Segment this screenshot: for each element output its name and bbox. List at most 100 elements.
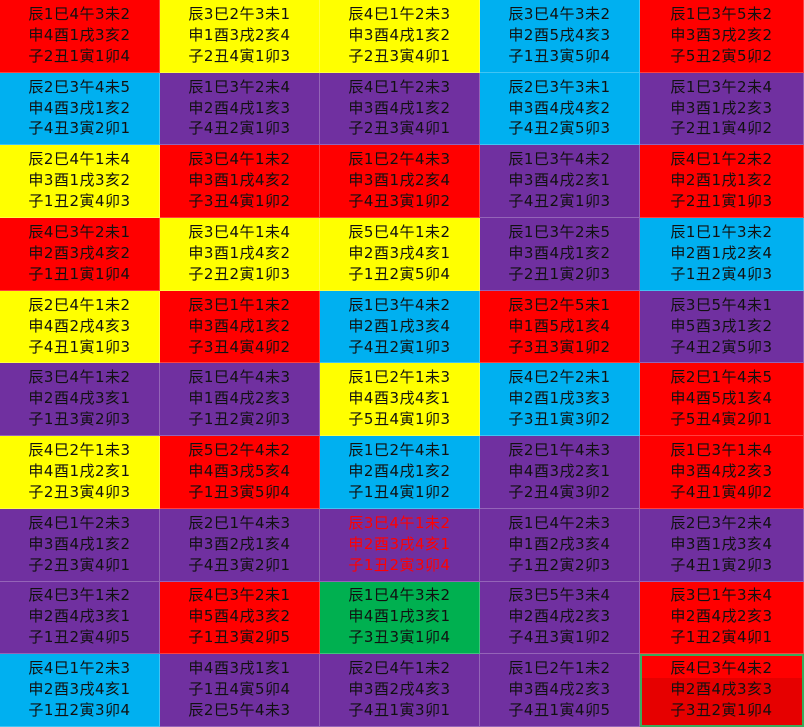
cell-text-line: 申3酉4戌2亥3 (508, 681, 611, 699)
selected-cell[interactable]: 辰4巳3午4未2 申2酉4戌3亥3 子3丑2寅1卯4 (640, 654, 804, 727)
cell-text-line: 申2酉4戌1亥2 (348, 462, 451, 480)
grid-cell[interactable]: 辰2巳3午3未1 申3酉4戌4亥2 子4丑2寅5卯3 (480, 72, 640, 146)
cell-text-line: 子3丑3寅1卯2 (508, 338, 611, 356)
cell-text-line: 申2酉5戌4亥3 (508, 26, 611, 44)
cell-text-line: 辰1巳1午3未2 (670, 223, 773, 241)
grid-cell[interactable]: 辰4巳1午2未3 申2酉3戌4亥1 子1丑2寅3卯4 (0, 654, 160, 727)
grid-cell[interactable]: 辰1巳1午3未2 申2酉1戌2亥4 子1丑2寅4卯3 (640, 218, 804, 291)
grid-cell[interactable]: 辰2巳3午4未5 申4酉3戌1亥2 子4丑3寅2卯1 (0, 72, 160, 146)
grid-cell[interactable]: 辰1巳3午2未5 申3酉4戌1亥2 子2丑1寅2卯3 (480, 218, 640, 291)
cell-text-line: 辰2巳3午4未5 (28, 78, 131, 96)
grid-cell[interactable]: 辰1巳4午3未2 申4酉1戌3亥1 子3丑3寅1卯4 (320, 581, 480, 655)
grid-cell[interactable]: 辰1巳3午1未4 申3酉4戌2亥3 子4丑1寅4卯2 (640, 436, 804, 509)
grid-cell[interactable]: 辰4巳3午1未2 申2酉4戌3亥1 子1丑2寅4卯5 (0, 581, 160, 655)
cell-text-line: 辰1巳4午4未3 (188, 369, 291, 387)
cell-text-line: 子1丑2寅5卯4 (348, 265, 451, 283)
grid-cell[interactable]: 申4酉3戌1亥1 子1丑4寅5卯4 辰2巳5午4未3 (160, 654, 320, 727)
grid-cell[interactable]: 辰4巳1午2未3 申3酉4戌1亥2 子2丑3寅4卯1 (320, 0, 480, 73)
grid-cell[interactable]: 辰1巳3午4未2 申3酉4戌2亥1 子4丑2寅1卯3 (480, 145, 640, 219)
cell-text-line: 子1丑2寅4卯3 (670, 265, 773, 283)
cell-text-line: 子4丑1寅4卯2 (670, 483, 773, 501)
grid-cell[interactable]: 辰3巳2午3未1 申1酉3戌2亥4 子2丑4寅1卯3 (160, 0, 320, 73)
grid-cell[interactable]: 辰1巳2午4未3 申3酉1戌2亥4 子4丑3寅1卯2 (320, 145, 480, 219)
grid-cell[interactable]: 辰1巳3午5未2 申3酉3戌2亥2 子5丑2寅5卯2 (640, 0, 804, 73)
cell-text-line: 申3酉1戌3亥4 (670, 535, 773, 553)
grid-cell[interactable]: 辰1巳2午4未1 申2酉4戌1亥2 子1丑4寅1卯2 (320, 436, 480, 509)
grid-cell[interactable]: 辰3巳1午3未4 申2酉4戌2亥3 子1丑2寅4卯1 (640, 581, 804, 655)
grid-cell[interactable]: 辰4巳1午2未3 申3酉4戌1亥2 子2丑3寅4卯1 (0, 508, 160, 582)
grid-cell[interactable]: 辰1巳2午1未3 申4酉3戌4亥1 子5丑4寅1卯3 (320, 363, 480, 437)
cell-text-line: 辰3巳4午3未2 (508, 5, 611, 23)
grid-cell[interactable]: 辰4巳3午2未1 申2酉3戌4亥2 子1丑1寅1卯4 (0, 218, 160, 291)
grid-cell[interactable]: 辰4巳3午2未1 申5酉4戌3亥2 子1丑3寅2卯5 (160, 581, 320, 655)
grid-cell[interactable]: 辰2巳4午1未2 申4酉2戌4亥3 子4丑1寅1卯3 (0, 290, 160, 364)
grid-cell[interactable]: 辰2巳1午4未5 申4酉5戌1亥4 子5丑4寅2卯1 (640, 363, 804, 437)
cell-text-line: 申1酉5戌1亥4 (508, 317, 611, 335)
grid-cell[interactable]: 辰2巳4午1未2 申3酉2戌4亥3 子4丑1寅3卯1 (320, 654, 480, 727)
cell-text-line: 子2丑1寅4卯2 (670, 120, 773, 138)
cell-text-line: 子1丑3寅2卯5 (188, 629, 291, 647)
cell-text-line: 子1丑3寅5卯4 (188, 483, 291, 501)
cell-text-line: 辰3巳1午3未4 (670, 587, 773, 605)
cell-text-line: 辰3巳4午1未2 (188, 151, 291, 169)
grid-cell[interactable]: 辰4巳1午2未3 申3酉4戌1亥2 子2丑3寅4卯1 (320, 72, 480, 146)
grid-cell[interactable]: 辰1巳3午2未4 申3酉1戌2亥3 子2丑1寅4卯2 (640, 72, 804, 146)
cell-text-line: 申3酉1戌4亥2 (188, 244, 291, 262)
grid-cell[interactable]: 辰3巳4午1未2 申2酉4戌3亥1 子1丑3寅2卯3 (0, 363, 160, 437)
cell-text-line: 辰1巳4午3未2 (348, 587, 451, 605)
cell-text-line: 辰1巳3午4未2 (508, 151, 611, 169)
cell-text-line: 子4丑2寅5卯3 (508, 120, 611, 138)
cell-text-line: 辰2巳3午2未4 (670, 514, 773, 532)
cell-text-line: 辰1巳2午1未2 (508, 660, 611, 678)
cell-text-line: 子2丑4寅1卯3 (188, 47, 291, 65)
grid-cell[interactable]: 辰2巳4午1未4 申3酉1戌3亥2 子1丑2寅4卯3 (0, 145, 160, 219)
cell-text-line: 子3丑3寅1卯4 (348, 629, 451, 647)
grid-cell[interactable]: 辰1巳4午2未3 申1酉2戌3亥4 子1丑2寅2卯3 (480, 508, 640, 582)
cell-text-line: 子1丑2寅2卯3 (188, 411, 291, 429)
cell-text-line: 申2酉4戌2亥3 (670, 608, 773, 626)
grid-cell[interactable]: 辰3巳5午3未4 申2酉4戌2亥3 子4丑3寅1卯2 (480, 581, 640, 655)
cell-text-line: 辰3巳5午3未4 (508, 587, 611, 605)
cell-text-line: 申3酉1戌2亥3 (670, 99, 773, 117)
grid-cell[interactable]: 辰3巳4午1未2 申3酉1戌4亥2 子3丑4寅1卯2 (160, 145, 320, 219)
cell-text-line: 子4丑1寅4卯5 (508, 701, 611, 719)
cell-text-line: 辰1巳2午1未3 (348, 369, 451, 387)
grid-cell[interactable]: 辰2巳1午4未3 申3酉2戌1亥4 子4丑3寅2卯1 (160, 508, 320, 582)
grid-cell[interactable]: 辰1巳2午1未2 申3酉4戌2亥3 子4丑1寅4卯5 (480, 654, 640, 727)
cell-text-line: 辰2巳4午1未2 (348, 660, 451, 678)
cell-text-line: 子1丑3寅2卯3 (28, 411, 131, 429)
grid-cell[interactable]: 辰4巳1午2未2 申2酉1戌1亥2 子2丑1寅1卯3 (640, 145, 804, 219)
grid-cell[interactable]: 辰3巳5午4未1 申5酉3戌1亥2 子4丑2寅5卯3 (640, 290, 804, 364)
grid-cell[interactable]: 辰1巳4午4未3 申1酉4戌2亥3 子1丑2寅2卯3 (160, 363, 320, 437)
cell-text-line: 申3酉2戌1亥4 (188, 535, 291, 553)
grid-cell[interactable]: 辰4巳2午1未3 申4酉1戌2亥1 子2丑3寅4卯3 (0, 436, 160, 509)
grid-cell[interactable]: 辰3巳2午5未1 申1酉5戌1亥4 子3丑3寅1卯2 (480, 290, 640, 364)
cell-text-line: 子2丑1寅1卯4 (28, 47, 131, 65)
cell-text-line: 申3酉4戌2亥3 (670, 462, 773, 480)
cell-text-line: 子1丑2寅4卯3 (28, 193, 131, 211)
grid-cell[interactable]: 辰4巳2午2未1 申2酉1戌3亥3 子3丑1寅3卯2 (480, 363, 640, 437)
cell-text-line: 申3酉4戌1亥2 (348, 99, 451, 117)
grid-cell[interactable]: 辰3巳4午1未4 申3酉1戌4亥2 子2丑2寅1卯3 (160, 218, 320, 291)
cell-text-line: 辰1巳3午1未4 (670, 442, 773, 460)
grid-cell[interactable]: 辰3巳4午3未2 申2酉5戌4亥3 子1丑3寅5卯4 (480, 0, 640, 73)
cell-text-line: 辰3巳2午5未1 (508, 296, 611, 314)
cell-text-line: 子1丑2寅3卯4 (28, 701, 131, 719)
grid-cell[interactable]: 辰1巳4午3未2 申4酉1戌3亥2 子2丑1寅1卯4 (0, 0, 160, 73)
grid-cell[interactable]: 辰1巳3午2未4 申2酉4戌1亥3 子4丑2寅1卯3 (160, 72, 320, 146)
grid-cell[interactable]: 辰2巳3午2未4 申3酉1戌3亥4 子4丑1寅2卯3 (640, 508, 804, 582)
grid-cell[interactable]: 辰1巳3午4未2 申2酉1戌3亥4 子4丑2寅1卯3 (320, 290, 480, 364)
cell-text-line: 辰3巳4午1未4 (188, 223, 291, 241)
cell-text-line: 子4丑3寅1卯2 (508, 629, 611, 647)
cell-text-line: 辰1巳2午4未3 (348, 151, 451, 169)
cell-text-line: 辰4巳1午2未3 (348, 5, 451, 23)
cell-text-line: 子2丑3寅4卯1 (348, 47, 451, 65)
grid-cell[interactable]: 辰5巳4午1未2 申2酉3戌4亥1 子1丑2寅5卯4 (320, 218, 480, 291)
grid-cell[interactable]: 辰2巳1午4未3 申4酉3戌2亥1 子2丑4寅3卯2 (480, 436, 640, 509)
cell-text-line: 辰4巳2午2未1 (508, 369, 611, 387)
grid-cell[interactable]: 辰5巳2午4未2 申4酉3戌5亥4 子1丑3寅5卯4 (160, 436, 320, 509)
grid-cell[interactable]: 辰3巳4午1未2 申2酉3戌4亥1 子1丑2寅3卯4 (320, 508, 480, 582)
cell-text-line: 子5丑4寅2卯1 (670, 411, 773, 429)
grid-cell[interactable]: 辰3巳1午1未2 申3酉4戌1亥2 子3丑4寅4卯2 (160, 290, 320, 364)
cell-text-line: 辰2巳3午3未1 (508, 78, 611, 96)
